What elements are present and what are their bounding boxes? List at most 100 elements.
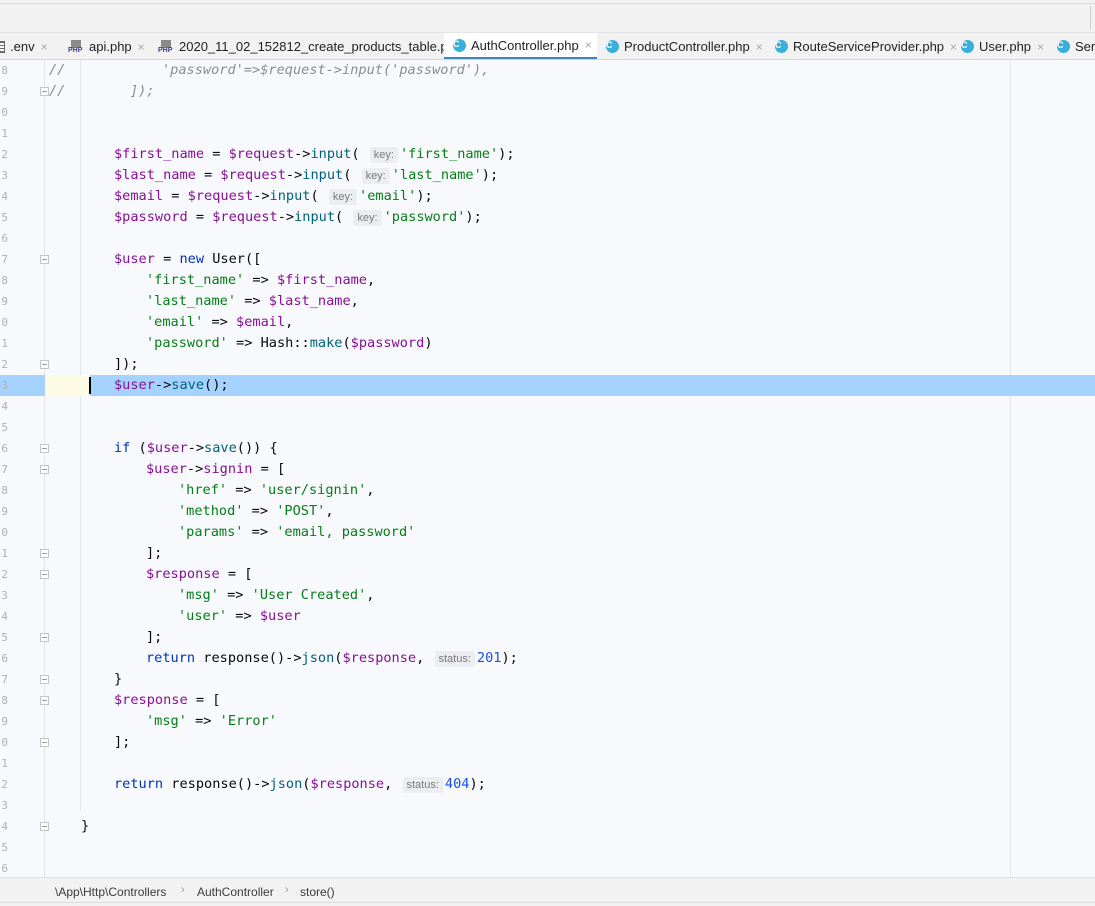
fold-icon[interactable] — [40, 633, 49, 642]
breadcrumb-namespace[interactable]: \App\Http\Controllers — [55, 885, 166, 899]
tab-label: AuthController.php — [471, 37, 579, 53]
code-line: 4 $email = $request->input( key:'email')… — [0, 186, 1095, 207]
line-number: 8 — [1, 484, 8, 497]
fold-icon[interactable] — [40, 675, 49, 684]
line-number: 0 — [1, 316, 8, 329]
breadcrumb-method[interactable]: store() — [300, 885, 335, 899]
comment-marker: // — [49, 62, 66, 78]
line-number: 7 — [1, 253, 8, 266]
code-text: return response()->json($response, statu… — [146, 650, 518, 667]
line-number: 5 — [1, 421, 8, 434]
line-number: 1 — [1, 757, 8, 770]
close-icon[interactable]: × — [41, 40, 48, 54]
chevron-right-icon: › — [181, 884, 185, 896]
close-icon[interactable]: × — [138, 40, 145, 54]
code-line: 6 — [0, 228, 1095, 249]
parameter-hint: key: — [353, 210, 382, 226]
code-text: $email = $request->input( key:'email'); — [114, 188, 433, 205]
tab-label: User.php — [979, 39, 1032, 54]
class-icon: C — [1057, 40, 1070, 53]
top-divider — [0, 3, 1095, 4]
code-line: 1 — [0, 123, 1095, 144]
line-number: 8 — [1, 64, 8, 77]
tab-route-service-provider[interactable]: C RouteServiceProvider.php × — [775, 33, 957, 59]
code-text: 'msg' => 'User Created', — [178, 587, 375, 603]
commented-code: ]); — [130, 83, 155, 99]
code-line: 9 // ]); — [0, 81, 1095, 102]
tab-create-products-table[interactable]: PHP 2020_11_02_152812_create_products_ta… — [158, 33, 475, 59]
line-number: 4 — [1, 400, 8, 413]
code-text: $first_name = $request->input( key:'firs… — [114, 146, 515, 163]
line-number: 3 — [1, 169, 8, 182]
fold-icon[interactable] — [40, 696, 49, 705]
fold-icon[interactable] — [40, 570, 49, 579]
line-number: 9 — [1, 295, 8, 308]
code-text: $password = $request->input( key:'passwo… — [114, 209, 482, 226]
fold-icon[interactable] — [40, 255, 49, 264]
tab-label: 2020_11_02_152812_create_products_table.… — [179, 39, 463, 54]
tab-auth-controller[interactable]: C AuthController.php × — [444, 33, 597, 59]
close-icon[interactable]: × — [585, 38, 592, 52]
code-line: 4 'user' => $user — [0, 606, 1095, 627]
close-icon[interactable]: × — [756, 40, 763, 54]
class-icon: C — [453, 38, 466, 52]
line-number: 4 — [1, 610, 8, 623]
fold-icon[interactable] — [40, 444, 49, 453]
code-line: 6 return response()->json($response, sta… — [0, 648, 1095, 669]
code-text: $response = [ — [146, 566, 253, 582]
editor-tab-bar: .env × PHP api.php × PHP 2020_11_02_1528… — [0, 33, 1095, 60]
tab-user-php[interactable]: C User.php × — [961, 33, 1044, 59]
tab-env[interactable]: .env × — [0, 33, 58, 59]
line-number: 5 — [1, 211, 8, 224]
line-number: 6 — [1, 652, 8, 665]
code-text: $user->save(); — [114, 377, 229, 393]
commented-code: 'password'=>$request->input('password'), — [162, 62, 490, 78]
fold-icon[interactable] — [40, 738, 49, 747]
php-file-icon: PHP — [68, 39, 84, 54]
code-line: 9 'last_name' => $last_name, — [0, 291, 1095, 312]
line-number: 8 — [1, 274, 8, 287]
line-number: 5 — [1, 631, 8, 644]
fold-icon[interactable] — [40, 549, 49, 558]
line-number: 7 — [1, 463, 8, 476]
code-text: 'params' => 'email, password' — [178, 524, 416, 540]
tab-serv-truncated[interactable]: C Serv — [1057, 33, 1095, 59]
line-number: 8 — [1, 694, 8, 707]
code-line: 7 } — [0, 669, 1095, 690]
close-icon[interactable]: × — [1037, 40, 1044, 54]
line-number: 2 — [1, 358, 8, 371]
code-line: 9 'msg' => 'Error' — [0, 711, 1095, 732]
fold-icon[interactable] — [40, 87, 49, 96]
top-separator — [1090, 6, 1091, 30]
tab-label: .env — [10, 39, 35, 54]
window-top-strip — [0, 0, 1095, 33]
code-line: 3 'msg' => 'User Created', — [0, 585, 1095, 606]
code-line: 8 'first_name' => $first_name, — [0, 270, 1095, 291]
code-line: 2 return response()->json($response, sta… — [0, 774, 1095, 795]
code-text: $last_name = $request->input( key:'last_… — [114, 167, 499, 184]
fold-icon[interactable] — [40, 465, 49, 474]
code-line: 0 'email' => $email, — [0, 312, 1095, 333]
code-text: } — [114, 671, 123, 687]
fold-icon[interactable] — [40, 822, 49, 831]
code-text: 'last_name' => $last_name, — [146, 293, 359, 309]
code-text: ]; — [146, 629, 163, 645]
code-text: 'user' => $user — [178, 608, 301, 624]
code-line: 5 ]; — [0, 627, 1095, 648]
line-number: 1 — [1, 337, 8, 350]
close-icon[interactable]: × — [950, 40, 957, 54]
tab-product-controller[interactable]: C ProductController.php × — [606, 33, 764, 59]
tab-api-php[interactable]: PHP api.php × — [68, 33, 148, 59]
code-text: return response()->json($response, statu… — [114, 776, 486, 793]
parameter-hint: key: — [328, 189, 358, 205]
code-line: 8 'href' => 'user/signin', — [0, 480, 1095, 501]
code-line: 3 — [0, 795, 1095, 816]
fold-icon[interactable] — [40, 360, 49, 369]
code-text: ]); — [114, 356, 139, 372]
breadcrumb-class[interactable]: AuthController — [197, 885, 274, 899]
env-file-icon — [0, 40, 5, 53]
php-file-icon: PHP — [158, 39, 174, 54]
bottom-divider — [0, 902, 1095, 903]
tab-label: RouteServiceProvider.php — [793, 39, 945, 54]
code-text: 'method' => 'POST', — [178, 503, 334, 519]
